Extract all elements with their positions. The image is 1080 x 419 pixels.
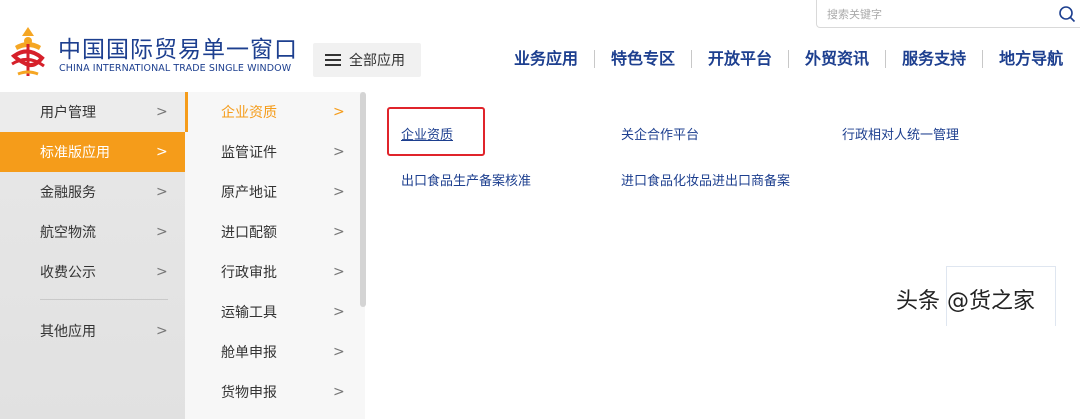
chevron-right-icon: > [333, 344, 345, 360]
link-enterprise-qualification[interactable]: 企业资质 [401, 124, 453, 143]
all-apps-button[interactable]: 全部应用 [313, 43, 421, 77]
chevron-right-icon: > [156, 264, 168, 280]
search-box [816, 0, 1080, 28]
chevron-right-icon: > [156, 104, 168, 120]
submenu-item-label: 企业资质 [221, 105, 277, 121]
submenu-item-regulatory-certificates[interactable]: 监管证件 > [185, 132, 365, 172]
menu-item-user-management[interactable]: 用户管理 > [0, 92, 185, 132]
menu-item-air-logistics[interactable]: 航空物流 > [0, 212, 185, 252]
menu-item-label: 用户管理 [40, 105, 96, 121]
chevron-right-icon: > [333, 264, 345, 280]
submenu-item-enterprise-qualification[interactable]: 企业资质 > [185, 92, 365, 132]
site-header: 中国国际贸易单一窗口 CHINA INTERNATIONAL TRADE SIN… [0, 0, 1080, 92]
chevron-right-icon: > [156, 144, 168, 160]
menu-item-label: 其他应用 [40, 324, 96, 340]
chevron-right-icon: > [333, 224, 345, 240]
menu-item-fee-disclosure[interactable]: 收费公示 > [0, 252, 185, 292]
menu-item-standard-apps[interactable]: 标准版应用 > [0, 132, 185, 172]
submenu-item-transport-vehicles[interactable]: 运输工具 > [185, 292, 365, 332]
chevron-right-icon: > [156, 184, 168, 200]
link-imported-food-cosmetics-filing[interactable]: 进口食品化妆品进出口商备案 [621, 170, 790, 189]
menu-level3: 企业资质 关企合作平台 行政相对人统一管理 出口食品生产备案核准 进口食品化妆品… [366, 92, 1080, 419]
chevron-right-icon: > [333, 144, 345, 160]
nav-featured-zone[interactable]: 特色专区 [595, 47, 691, 71]
nav-local-navigation[interactable]: 地方导航 [983, 47, 1079, 71]
menu-level1: 用户管理 > 标准版应用 > 金融服务 > 航空物流 > 收费公示 > 其他应用… [0, 92, 185, 419]
chevron-right-icon: > [333, 304, 345, 320]
menu-item-label: 金融服务 [40, 185, 96, 201]
submenu-item-administrative-approval[interactable]: 行政审批 > [185, 252, 365, 292]
submenu-item-label: 舱单申报 [221, 345, 277, 361]
mega-menu: 用户管理 > 标准版应用 > 金融服务 > 航空物流 > 收费公示 > 其他应用… [0, 92, 1080, 419]
link-customs-enterprise-cooperation[interactable]: 关企合作平台 [621, 124, 699, 143]
submenu-item-label: 进口配额 [221, 225, 277, 241]
chevron-right-icon: > [333, 184, 345, 200]
chevron-right-icon: > [333, 104, 345, 120]
chevron-right-icon: > [156, 224, 168, 240]
customs-emblem-icon [10, 27, 45, 76]
chevron-right-icon: > [156, 323, 168, 339]
menu-item-label: 标准版应用 [40, 145, 110, 161]
submenu-item-label: 监管证件 [221, 145, 277, 161]
main-nav: 业务应用 特色专区 开放平台 外贸资讯 服务支持 地方导航 [498, 47, 1079, 71]
nav-business-apps[interactable]: 业务应用 [498, 47, 594, 71]
menu-item-financial-services[interactable]: 金融服务 > [0, 172, 185, 212]
all-apps-label: 全部应用 [349, 53, 405, 69]
submenu-item-import-quota[interactable]: 进口配额 > [185, 212, 365, 252]
submenu-item-label: 行政审批 [221, 265, 277, 281]
menu-item-label: 航空物流 [40, 225, 96, 241]
submenu-item-manifest-declaration[interactable]: 舱单申报 > [185, 332, 365, 372]
active-indicator [185, 92, 188, 132]
site-subtitle: CHINA INTERNATIONAL TRADE SINGLE WINDOW [59, 63, 292, 74]
menu-divider [40, 299, 168, 300]
menu-item-label: 收费公示 [40, 265, 96, 281]
nav-trade-news[interactable]: 外贸资讯 [789, 47, 885, 71]
menu-item-other-apps[interactable]: 其他应用 > [0, 311, 185, 351]
chevron-right-icon: > [333, 384, 345, 400]
nav-service-support[interactable]: 服务支持 [886, 47, 982, 71]
watermark-text: 头条 @货之家 [896, 289, 1035, 314]
menu-level2: 企业资质 > 监管证件 > 原产地证 > 进口配额 > 行政审批 > 运输工具 … [185, 92, 365, 419]
nav-open-platform[interactable]: 开放平台 [692, 47, 788, 71]
submenu-item-label: 原产地证 [221, 185, 277, 201]
submenu-item-goods-declaration[interactable]: 货物申报 > [185, 372, 365, 412]
search-input[interactable] [827, 5, 1047, 23]
submenu-item-label: 货物申报 [221, 385, 277, 401]
link-export-food-production-filing[interactable]: 出口食品生产备案核准 [401, 170, 531, 189]
site-title[interactable]: 中国国际贸易单一窗口 [58, 30, 298, 64]
submenu-item-label: 运输工具 [221, 305, 277, 321]
submenu-item-certificate-of-origin[interactable]: 原产地证 > [185, 172, 365, 212]
link-administrative-counterpart-management[interactable]: 行政相对人统一管理 [842, 124, 959, 143]
search-icon[interactable] [1057, 4, 1077, 24]
hamburger-menu-icon [325, 54, 341, 66]
